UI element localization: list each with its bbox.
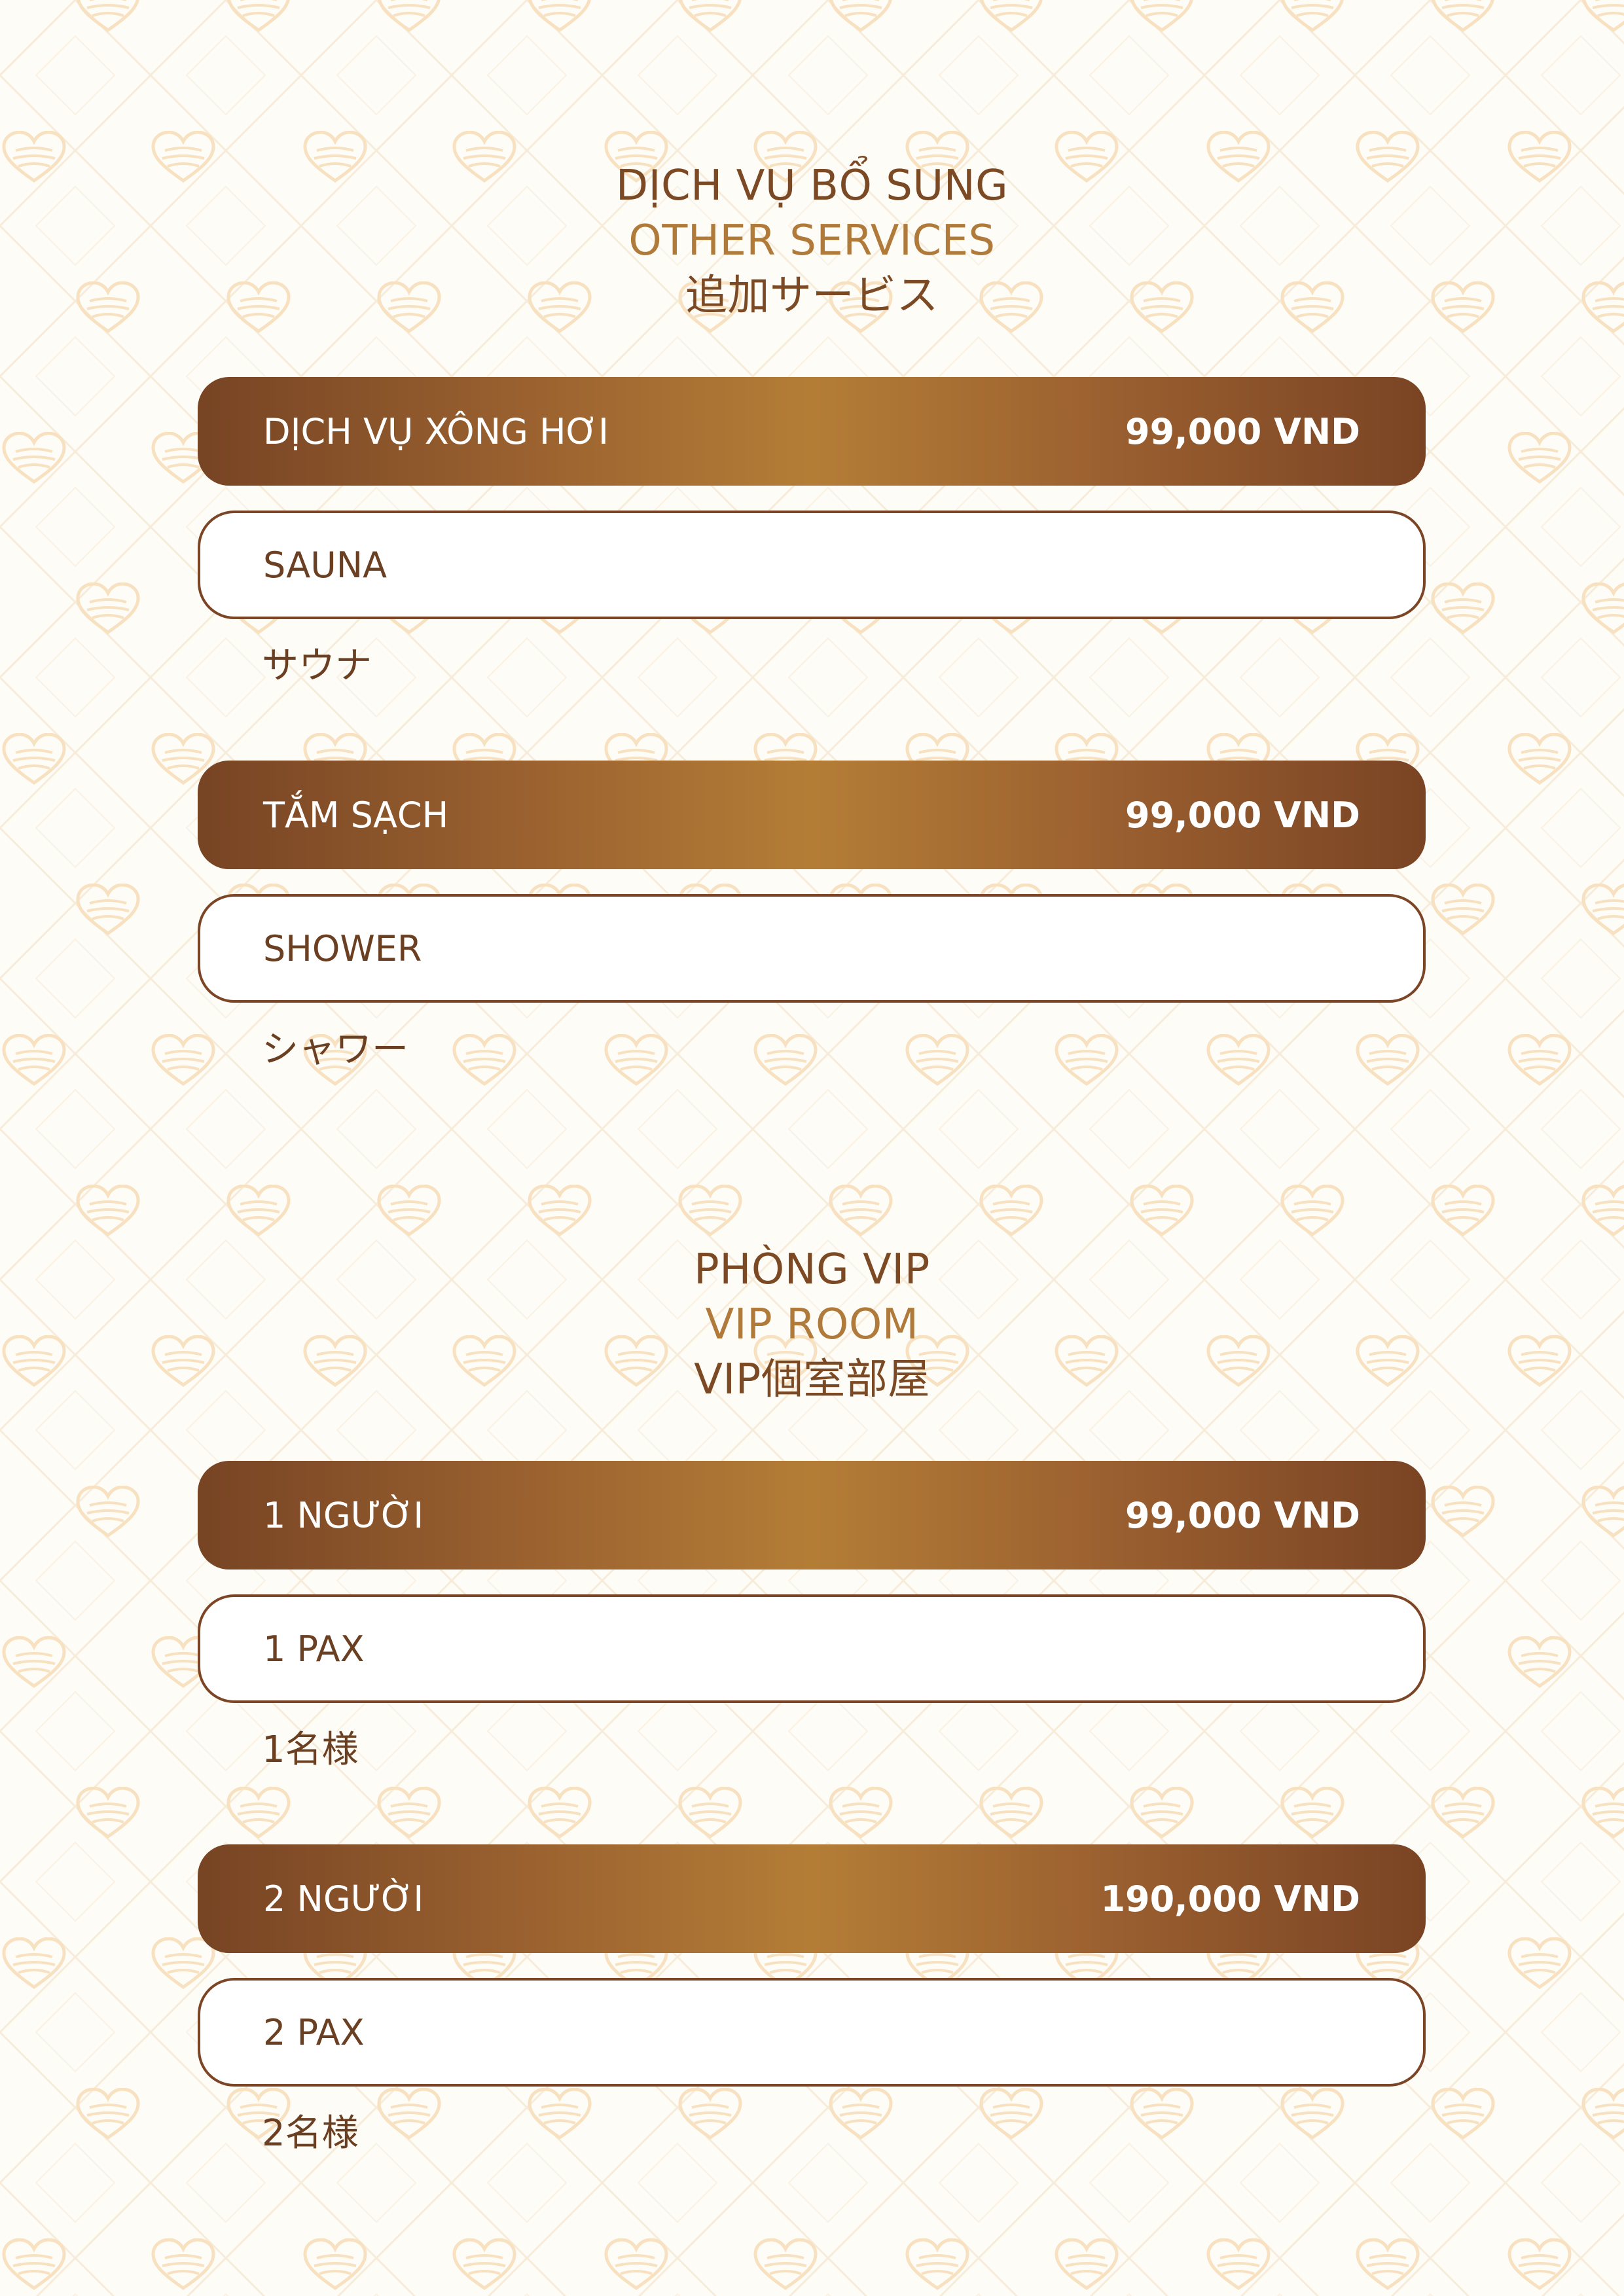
section-title-vi: DỊCH VỤ BỔ SUNG — [615, 162, 1009, 210]
service-name-en-box: SHOWER — [198, 894, 1426, 1003]
section-title-en: OTHER SERVICES — [628, 217, 996, 265]
service-item-2-pax: 2 NGƯỜI 190,000 VND 2 PAX 2名様 — [198, 1844, 1426, 2157]
service-item-1-pax: 1 NGƯỜI 99,000 VND 1 PAX 1名様 — [198, 1461, 1426, 1773]
section-title-jp: VIP個室部屋 — [694, 1355, 930, 1404]
service-name-vi: 1 NGƯỜI — [263, 1494, 424, 1536]
service-name-vi: DỊCH VỤ XÔNG HƠI — [263, 410, 609, 452]
service-header-bar: DỊCH VỤ XÔNG HƠI 99,000 VND — [198, 377, 1426, 486]
service-price: 99,000 VND — [1125, 794, 1360, 836]
service-header-bar: 2 NGƯỜI 190,000 VND — [198, 1844, 1426, 1953]
service-header-bar: TẮM SẠCH 99,000 VND — [198, 761, 1426, 869]
section-title-vip-room: PHÒNG VIP VIP ROOM VIP個室部屋 — [0, 1242, 1624, 1407]
service-price: 99,000 VND — [1125, 410, 1360, 452]
section-title-en: VIP ROOM — [705, 1300, 919, 1349]
section-title-other-services: DỊCH VỤ BỔ SUNG OTHER SERVICES 追加サービス — [0, 158, 1624, 323]
service-name-jp: サウナ — [262, 645, 372, 687]
service-price: 190,000 VND — [1100, 1878, 1360, 1920]
service-item-sauna: DỊCH VỤ XÔNG HƠI 99,000 VND SAUNA サウナ — [198, 377, 1426, 689]
service-name-en: SHOWER — [263, 927, 422, 969]
service-name-jp: 2名様 — [262, 2112, 359, 2155]
service-name-en-box: 2 PAX — [198, 1978, 1426, 2087]
service-price: 99,000 VND — [1125, 1494, 1360, 1536]
service-name-en: 1 PAX — [263, 1628, 365, 1670]
service-name-en-box: 1 PAX — [198, 1594, 1426, 1703]
service-name-vi: TẮM SẠCH — [263, 794, 449, 836]
service-name-en: 2 PAX — [263, 2011, 365, 2053]
service-name-jp: シャワー — [262, 1028, 408, 1071]
service-header-bar: 1 NGƯỜI 99,000 VND — [198, 1461, 1426, 1570]
service-item-shower: TẮM SẠCH 99,000 VND SHOWER シャワー — [198, 761, 1426, 1073]
service-name-en-box: SAUNA — [198, 511, 1426, 619]
service-name-vi: 2 NGƯỜI — [263, 1878, 424, 1920]
section-title-jp: 追加サービス — [685, 272, 939, 320]
section-title-vi: PHÒNG VIP — [694, 1246, 930, 1294]
service-name-jp: 1名様 — [262, 1729, 359, 1771]
service-name-en: SAUNA — [263, 544, 388, 586]
